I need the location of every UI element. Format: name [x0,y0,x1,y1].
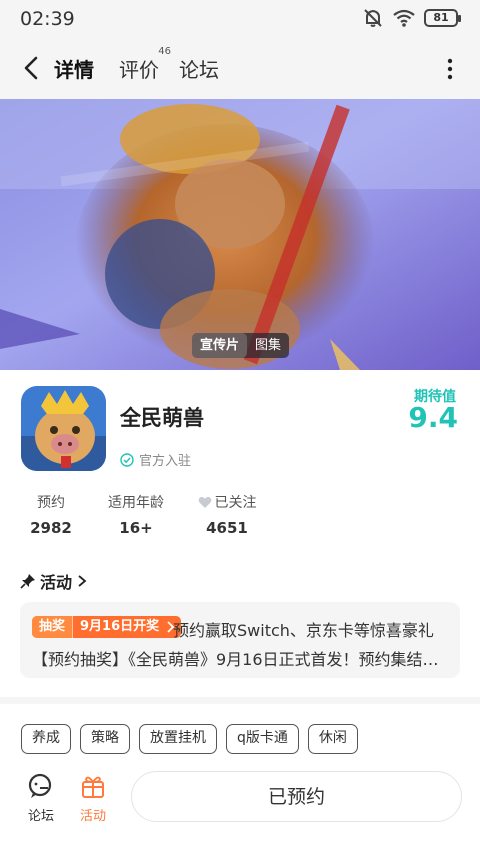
game-logo-image [21,386,106,471]
stat-label: 适用年龄 [108,495,164,511]
game-icon[interactable] [21,386,106,471]
tab-forum[interactable]: 论坛 [179,54,219,83]
activity-description: 【预约抽奖】《全民萌兽》9月16日正式首发！预约集结赢... [32,650,452,669]
activity-title: 预约赢取Switch、京东卡等惊喜豪礼 [173,621,434,640]
tag-chip[interactable]: 策略 [80,724,130,754]
pin-icon [20,574,35,589]
heart-icon [198,496,211,508]
tab-detail-label: 详情 [54,58,94,82]
lottery-tag-label: 抽奖 [32,616,73,638]
official-label: 官方入驻 [139,454,192,469]
stat-label: 预约 [37,495,65,511]
more-options-icon[interactable] [440,56,460,82]
bottom-nav-forum-label: 论坛 [27,809,54,824]
back-arrow-icon[interactable] [18,53,46,83]
battery-icon: 81 [424,9,461,27]
activity-card[interactable]: 抽奖 9月16日开奖 预约赢取Switch、京东卡等惊喜豪礼 【预约抽奖】《全民… [20,602,460,678]
status-icons: 81 [362,7,461,29]
tag-chip[interactable]: q版卡通 [226,724,299,754]
tag-chip[interactable]: 休闲 [307,724,358,754]
review-count-badge: 46 [158,46,171,57]
gift-icon [82,776,104,798]
tag-chip[interactable]: 养成 [21,724,71,754]
expectation-score: 9.4 [408,401,458,434]
promo-video-banner[interactable] [0,99,480,370]
status-bar: 02:39 81 [0,0,480,36]
game-title: 全民萌兽 [120,406,204,430]
stat-reservations: 预约 2982 [30,492,72,537]
stat-value: 4651 [206,519,248,537]
stat-label: 已关注 [214,495,257,511]
reserved-button[interactable]: 已预约 [131,771,462,822]
media-switch: 宣传片 图集 [192,333,290,358]
lottery-date-label: 9月16日开奖 [72,616,165,638]
media-tab-gallery[interactable]: 图集 [247,333,289,358]
lottery-tag: 抽奖 9月16日开奖 [32,616,182,638]
official-badge: 官方入驻 [120,450,191,469]
section-divider [0,697,480,704]
genre-tags: 养成 策略 放置挂机 q版卡通 休闲 [21,724,358,754]
verified-check-icon [120,452,134,467]
tag-chip[interactable]: 放置挂机 [139,724,217,754]
wifi-icon [393,9,415,27]
tab-detail[interactable]: 详情 [54,54,94,83]
chevron-right-icon [78,575,87,587]
tab-review[interactable]: 评价 46 [119,46,171,83]
activity-header[interactable]: 活动 [20,569,88,593]
bottom-nav-forum[interactable]: 论坛 [26,773,56,824]
forum-chat-icon [28,773,52,798]
tab-forum-label: 论坛 [179,58,219,82]
stat-followers[interactable]: 已关注 4651 [196,492,258,537]
stat-value: 16+ [119,519,153,537]
stat-value: 2982 [30,519,72,537]
stat-age-rating: 适用年龄 16+ [107,492,165,537]
media-tab-video[interactable]: 宣传片 [192,333,248,358]
notifications-off-icon [364,9,382,27]
promo-banner-image [0,99,480,370]
bottom-nav-activity-label: 活动 [79,809,106,824]
bottom-nav-activity[interactable]: 活动 [78,773,108,824]
tab-review-label: 评价 [119,58,159,82]
status-time: 02:39 [20,8,75,30]
activity-header-label: 活动 [40,573,73,592]
nav-bar: 详情 评价 46 论坛 [0,36,480,99]
